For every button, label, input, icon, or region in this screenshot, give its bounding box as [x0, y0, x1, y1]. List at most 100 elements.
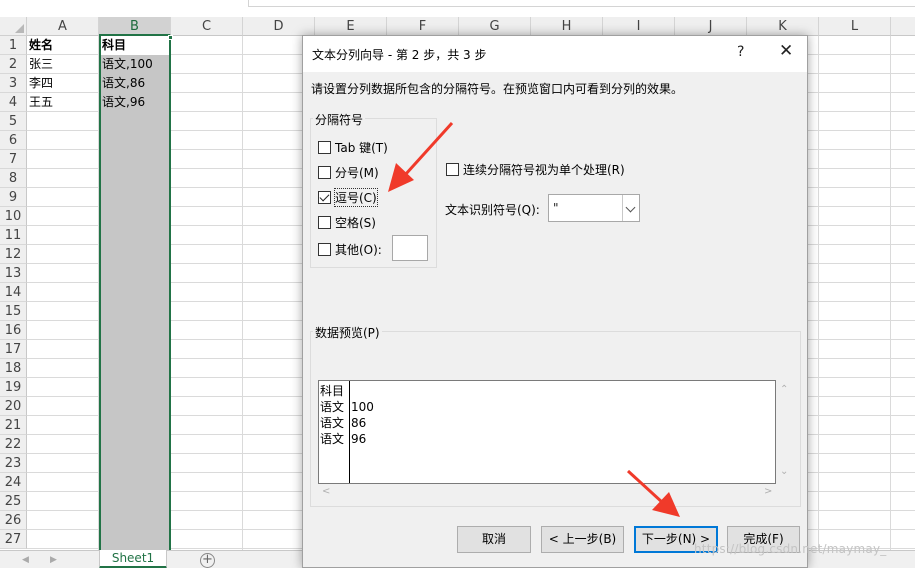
- column-header-d[interactable]: D: [243, 17, 315, 36]
- semicolon-checkbox[interactable]: 分号(M): [318, 164, 379, 180]
- space-checkbox[interactable]: 空格(S): [318, 214, 376, 230]
- cell-a2[interactable]: 张三: [27, 55, 53, 74]
- scroll-left-icon[interactable]: <: [322, 486, 330, 497]
- tab-checkbox-box[interactable]: [318, 140, 331, 154]
- row-header-6[interactable]: 6: [0, 131, 27, 150]
- formula-bar[interactable]: [248, 0, 915, 7]
- column-header-k[interactable]: K: [747, 17, 819, 36]
- row-header-11[interactable]: 11: [0, 226, 27, 245]
- scroll-up-icon[interactable]: ⌃: [780, 384, 788, 395]
- column-header-i[interactable]: I: [603, 17, 675, 36]
- row-header-17[interactable]: 17: [0, 340, 27, 359]
- row-header-4[interactable]: 4: [0, 93, 27, 112]
- close-icon[interactable]: ✕: [779, 42, 793, 60]
- cell-a1[interactable]: 姓名: [27, 36, 53, 55]
- scroll-tabs-left-icon[interactable]: ◀: [22, 554, 29, 566]
- preview-column-break[interactable]: [349, 381, 350, 483]
- other-delimiter-input[interactable]: [392, 235, 428, 261]
- column-header-g[interactable]: G: [459, 17, 531, 36]
- row-header-26[interactable]: 26: [0, 511, 27, 530]
- row-header-16[interactable]: 16: [0, 321, 27, 340]
- consecutive-checkbox-box[interactable]: [446, 162, 459, 176]
- tab-checkbox[interactable]: Tab 键(T): [318, 139, 388, 155]
- back-button[interactable]: < 上一步(B): [541, 526, 624, 553]
- consecutive-checkbox[interactable]: 连续分隔符号视为单个处理(R): [446, 161, 625, 177]
- space-checkbox-box[interactable]: [318, 215, 331, 229]
- preview-col2-row2: 100: [351, 400, 374, 414]
- preview-col1-row4: 语文: [320, 432, 345, 446]
- row-header-23[interactable]: 23: [0, 454, 27, 473]
- column-header-j[interactable]: J: [675, 17, 747, 36]
- ribbon-gap: [0, 0, 248, 17]
- grid-column-line: [890, 36, 891, 550]
- cell-b1[interactable]: 科目: [100, 36, 126, 55]
- column-header-b[interactable]: B: [99, 17, 171, 36]
- row-header-10[interactable]: 10: [0, 207, 27, 226]
- column-header-e[interactable]: E: [315, 17, 387, 36]
- row-header-24[interactable]: 24: [0, 473, 27, 492]
- column-header-a[interactable]: A: [27, 17, 99, 36]
- preview-col1-row2: 语文: [320, 400, 345, 414]
- row-header-27[interactable]: 27: [0, 530, 27, 549]
- row-header-1[interactable]: 1: [0, 36, 27, 55]
- space-checkbox-label[interactable]: 空格(S): [335, 214, 376, 231]
- scroll-right-icon[interactable]: >: [764, 486, 772, 497]
- cancel-button[interactable]: 取消: [457, 526, 531, 553]
- semicolon-checkbox-label[interactable]: 分号(M): [335, 164, 379, 181]
- plus-circle-icon[interactable]: +: [200, 553, 215, 568]
- preview-group-label: 数据预览(P): [313, 324, 382, 341]
- dialog-description: 请设置分列数据所包含的分隔符号。在预览窗口内可看到分列的效果。: [311, 82, 684, 96]
- help-icon[interactable]: ?: [737, 44, 744, 60]
- preview-horizontal-scrollbar[interactable]: < >: [318, 484, 776, 501]
- data-preview-pane[interactable]: 科目 语文 语文 语文 100 86 96: [318, 380, 776, 484]
- row-header-13[interactable]: 13: [0, 264, 27, 283]
- cell-a4[interactable]: 王五: [27, 93, 53, 112]
- row-header-15[interactable]: 15: [0, 302, 27, 321]
- row-header-21[interactable]: 21: [0, 416, 27, 435]
- dialog-title: 文本分列向导 - 第 2 步，共 3 步: [312, 48, 487, 62]
- cell-b2[interactable]: 语文,100: [100, 55, 153, 74]
- semicolon-checkbox-box[interactable]: [318, 165, 331, 179]
- column-header-h[interactable]: H: [531, 17, 603, 36]
- row-header-2[interactable]: 2: [0, 55, 27, 74]
- row-header-14[interactable]: 14: [0, 283, 27, 302]
- scroll-tabs-right-icon[interactable]: ▶: [50, 554, 57, 566]
- row-header-5[interactable]: 5: [0, 112, 27, 131]
- row-header-19[interactable]: 19: [0, 378, 27, 397]
- row-header-20[interactable]: 20: [0, 397, 27, 416]
- preview-col2-row4: 96: [351, 432, 367, 446]
- row-header-25[interactable]: 25: [0, 492, 27, 511]
- preview-col1-row3: 语文: [320, 416, 345, 430]
- cell-b3[interactable]: 语文,86: [100, 74, 145, 93]
- text-qualifier-value: ": [553, 201, 559, 215]
- column-header-l[interactable]: L: [819, 17, 891, 36]
- cell-a3[interactable]: 李四: [27, 74, 53, 93]
- text-qualifier-select[interactable]: ": [548, 194, 640, 222]
- row-header-12[interactable]: 12: [0, 245, 27, 264]
- text-qualifier-label: 文本识别符号(Q):: [445, 203, 540, 217]
- row-header-9[interactable]: 9: [0, 188, 27, 207]
- preview-vertical-scrollbar[interactable]: ⌃ ⌄: [776, 380, 793, 484]
- column-header-m[interactable]: [891, 17, 915, 36]
- row-header-8[interactable]: 8: [0, 169, 27, 188]
- row-header-7[interactable]: 7: [0, 150, 27, 169]
- chevron-down-icon[interactable]: [622, 195, 639, 221]
- other-checkbox-label[interactable]: 其他(O):: [335, 241, 382, 258]
- row-header-18[interactable]: 18: [0, 359, 27, 378]
- row-header-22[interactable]: 22: [0, 435, 27, 454]
- other-checkbox-box[interactable]: [318, 242, 331, 256]
- column-header-c[interactable]: C: [171, 17, 243, 36]
- comma-checkbox[interactable]: 逗号(C): [318, 187, 378, 207]
- row-header-3[interactable]: 3: [0, 74, 27, 93]
- consecutive-checkbox-label[interactable]: 连续分隔符号视为单个处理(R): [463, 161, 625, 178]
- cell-b4[interactable]: 语文,96: [100, 93, 145, 112]
- tab-checkbox-label[interactable]: Tab 键(T): [335, 139, 388, 156]
- other-checkbox[interactable]: 其他(O):: [318, 241, 382, 257]
- comma-checkbox-box[interactable]: [318, 190, 331, 204]
- sheet-tab-sheet1[interactable]: Sheet1: [99, 550, 167, 568]
- scroll-down-icon[interactable]: ⌄: [780, 466, 788, 477]
- fill-handle[interactable]: [168, 35, 173, 40]
- column-header-f[interactable]: F: [387, 17, 459, 36]
- select-all-corner[interactable]: [0, 17, 27, 36]
- comma-checkbox-label[interactable]: 逗号(C): [334, 187, 378, 207]
